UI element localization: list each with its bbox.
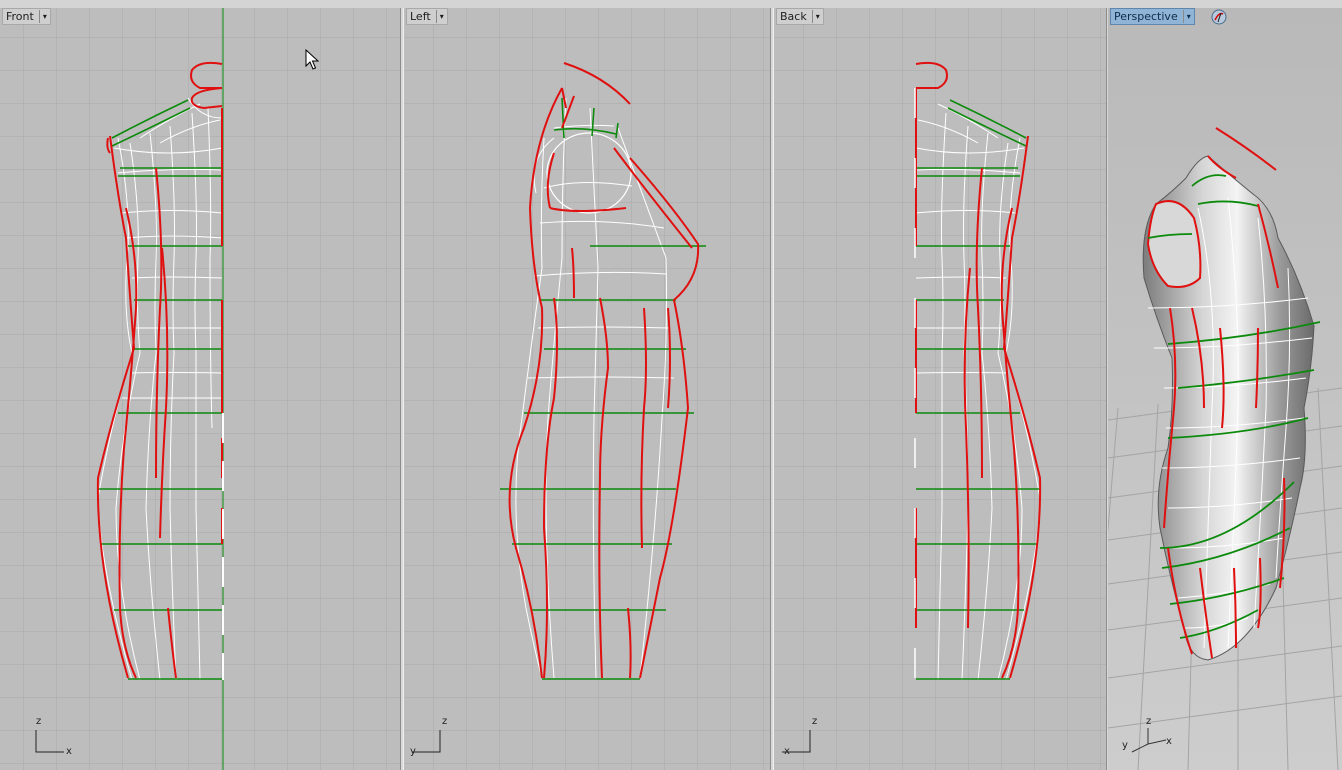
- perspective-viewport[interactable]: Perspective ▾ z y x: [1108, 8, 1342, 770]
- perspective-rotate-icon[interactable]: [1210, 8, 1228, 26]
- back-viewport[interactable]: Back ▾ z x: [774, 8, 1106, 770]
- viewport-label: Front: [6, 10, 34, 23]
- axis-label-y: y: [1122, 740, 1128, 751]
- mouse-cursor-icon: [305, 49, 319, 70]
- dropdown-arrow-icon[interactable]: ▾: [1182, 10, 1194, 23]
- viewport-label: Left: [410, 10, 431, 23]
- front-viewport-canvas[interactable]: [0, 8, 400, 770]
- axis-label-x: x: [1166, 736, 1172, 747]
- axis-widget-icon: [1131, 728, 1167, 753]
- left-viewport[interactable]: Left ▾ z y: [404, 8, 770, 770]
- axis-label-z: z: [442, 716, 448, 727]
- axis-label-z: z: [1146, 716, 1152, 727]
- axis-label-y: y: [410, 746, 416, 757]
- front-viewport[interactable]: Front ▾ z x: [0, 8, 400, 770]
- axis-label-z: z: [812, 716, 818, 727]
- axis-label-x: x: [784, 746, 790, 757]
- axis-label-z: z: [36, 716, 42, 727]
- viewport-label: Perspective: [1114, 10, 1178, 23]
- dropdown-arrow-icon[interactable]: ▾: [435, 10, 447, 23]
- viewport-label: Back: [780, 10, 807, 23]
- back-viewport-canvas[interactable]: [774, 8, 1106, 770]
- axis-label-x: x: [66, 746, 72, 757]
- dropdown-arrow-icon[interactable]: ▾: [811, 10, 823, 23]
- perspective-body-surface: [1142, 155, 1315, 661]
- left-viewport-canvas[interactable]: [404, 8, 770, 770]
- viewport-tab-perspective[interactable]: Perspective ▾: [1110, 8, 1195, 25]
- viewport-tab-front[interactable]: Front ▾: [2, 8, 51, 25]
- viewport-tab-back[interactable]: Back ▾: [776, 8, 824, 25]
- dropdown-arrow-icon[interactable]: ▾: [38, 10, 50, 23]
- perspective-viewport-canvas[interactable]: [1108, 8, 1342, 770]
- viewport-tab-left[interactable]: Left ▾: [406, 8, 448, 25]
